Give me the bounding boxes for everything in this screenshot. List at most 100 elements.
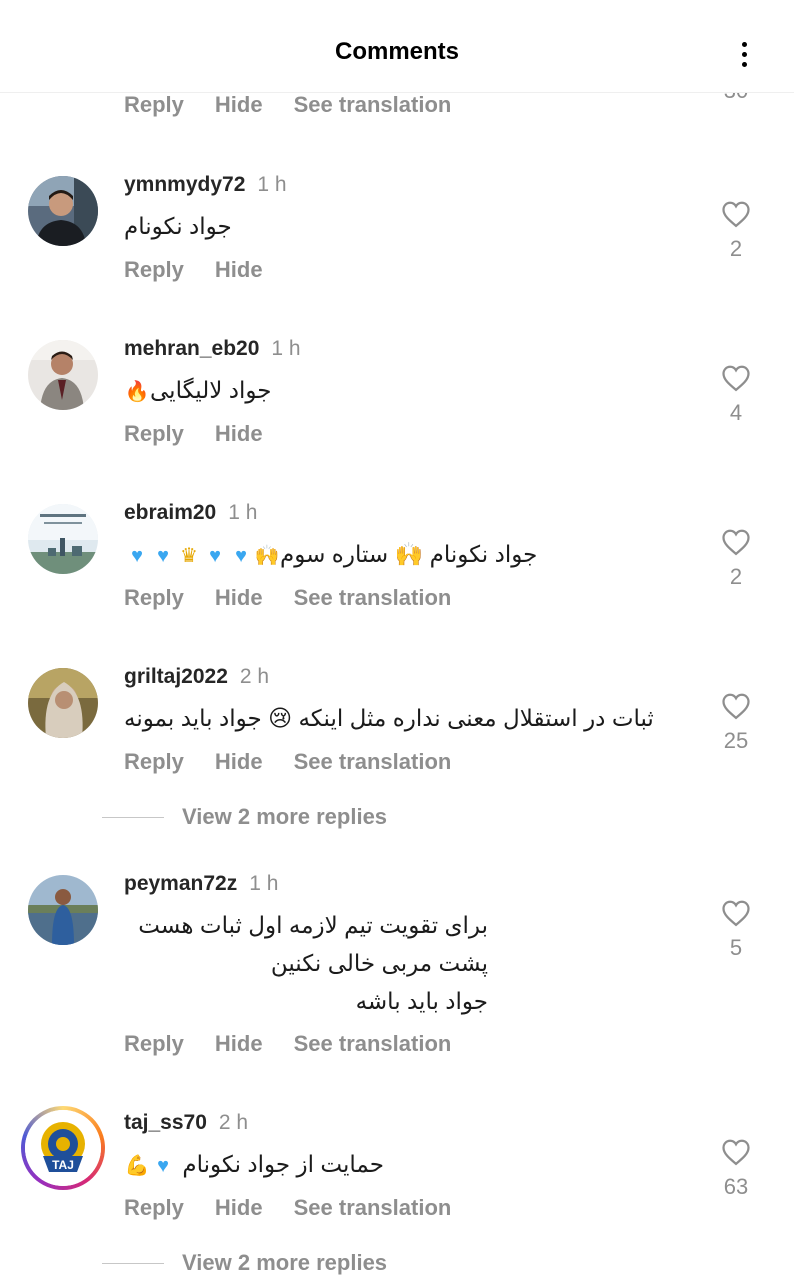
comment-actions: Reply Hide [124,421,263,447]
comment-line: جواد نکونام 🙌 ستاره سوم🙌 ♥ ♥ ♛ ♥ ♥ [124,535,537,573]
blue-heart-emoji: ♥ [235,544,247,567]
page-title: Comments [334,38,460,65]
like-count: 63 [723,1174,749,1199]
like-control: 4 [718,364,754,426]
reply-button[interactable]: Reply [124,92,184,118]
like-control: 2 [718,200,754,262]
taj-logo-text: TAJ [52,1158,74,1172]
comment-actions: Reply Hide See translation [124,1031,451,1057]
flexed-biceps-emoji: 💪 [124,1154,150,1177]
view-replies-label: View 2 more replies [182,1250,388,1275]
reply-button[interactable]: Reply [124,1031,184,1057]
heart-icon[interactable] [718,200,754,228]
like-count: 25 [723,728,749,753]
heart-icon[interactable] [718,692,754,720]
hide-button[interactable]: Hide [215,1031,263,1057]
hide-button[interactable]: Hide [215,421,263,447]
comment-actions: Reply Hide See translation [124,1195,451,1221]
raised-hands-emoji: 🙌 [254,544,280,567]
hide-button[interactable]: Hide [215,257,263,283]
hide-button[interactable]: Hide [215,1195,263,1221]
comment-line: حمایت از جواد نکونام ♥ 💪 [124,1145,384,1183]
hide-button[interactable]: Hide [215,92,263,118]
timestamp: 2 h [218,1111,249,1134]
comment-text: جواد نکونام 🙌 ستاره سوم🙌 ♥ ♥ ♛ ♥ ♥ [124,535,537,573]
like-control: 2 [718,528,754,590]
reply-button[interactable]: Reply [124,421,184,447]
blue-heart-emoji: ♥ [157,1154,169,1177]
username[interactable]: peyman72z [124,872,237,895]
comment-actions: Reply Hide [124,257,263,283]
comment-line-text: حمایت از جواد نکونام [182,1151,384,1177]
heart-icon[interactable] [718,364,754,392]
reply-button[interactable]: Reply [124,585,184,611]
timestamp: 1 h [249,872,279,895]
comment-header: ymnmydy72 1 h [124,173,287,197]
timestamp: 2 h [239,665,270,688]
comment-header: griltaj2022 2 h [124,665,269,689]
see-translation-button[interactable]: See translation [294,749,452,775]
comment-text: جواد نکونام [124,207,232,245]
comment-header: mehran_eb20 1 h [124,337,301,361]
comment-header: peyman72z 1 h [124,872,278,896]
heart-icon[interactable] [718,899,754,927]
like-control: 5 [718,899,754,961]
comment-line-text: جواد لالیگایی [150,377,272,403]
like-control: 25 [718,692,754,754]
comment-actions: Reply Hide See translation [124,749,451,775]
reply-button[interactable]: Reply [124,1195,184,1221]
comment-line: جواد باید باشه [355,988,488,1014]
woman-scarf-avatar[interactable] [28,668,98,738]
blue-heart-emoji: ♥ [157,544,169,567]
tower-sky-avatar[interactable] [28,504,98,574]
username[interactable]: mehran_eb20 [124,337,259,360]
timestamp: 1 h [228,501,258,524]
comments-header: Comments [0,0,794,93]
comment-header: ebraim20 1 h [124,501,257,525]
like-control: 63 [718,1138,754,1200]
see-translation-button[interactable]: See translation [294,92,452,118]
hide-button[interactable]: Hide [215,585,263,611]
comment-text: حمایت از جواد نکونام ♥ 💪 [124,1145,384,1183]
comment-header: taj_ss70 2 h [124,1111,248,1135]
man-portrait-avatar[interactable] [28,176,98,246]
blue-heart-emoji: ♥ [131,544,143,567]
replies-divider [102,816,164,818]
fire-emoji: 🔥 [124,380,150,403]
comment-text: برای تقویت تیم لازمه اول ثبات هست پشت مر… [124,906,488,1020]
username[interactable]: ebraim20 [124,501,216,524]
see-translation-button[interactable]: See translation [294,1195,452,1221]
comment-line: برای تقویت تیم لازمه اول ثبات هست [138,912,488,938]
view-more-replies-button[interactable]: View 2 more replies [102,1250,387,1276]
username[interactable]: griltaj2022 [124,665,228,688]
reply-button[interactable]: Reply [124,257,184,283]
username[interactable]: taj_ss70 [124,1111,207,1134]
blue-heart-emoji: ♥ [209,544,221,567]
like-count: 2 [729,236,743,261]
heart-icon[interactable] [718,1138,754,1166]
man-suit-avatar[interactable] [28,340,98,410]
comment-actions: Reply Hide See translation [124,585,451,611]
timestamp: 1 h [271,337,301,360]
reply-button[interactable]: Reply [124,749,184,775]
heart-icon[interactable] [718,528,754,556]
view-replies-label: View 2 more replies [182,804,388,829]
timestamp: 1 h [257,173,287,196]
like-count: 2 [729,564,743,589]
previous-comment-actions: Reply Hide See translation [124,92,451,118]
view-more-replies-button[interactable]: View 2 more replies [102,804,387,830]
see-translation-button[interactable]: See translation [294,1031,452,1057]
comment-text: ثبات در استقلال معنی نداره مثل اینکه 😢 ج… [124,699,654,737]
like-count: 5 [729,935,743,960]
more-options-icon[interactable] [724,34,764,74]
comment-line: پشت مربی خالی نکنین [270,950,488,976]
like-count: 4 [729,400,743,425]
comment-text: جواد لالیگایی🔥 [124,371,272,409]
taj-logo-avatar[interactable]: TAJ [21,1106,105,1190]
hide-button[interactable]: Hide [215,749,263,775]
comment-line-text: جواد نکونام 🙌 ستاره سوم [280,541,538,567]
username[interactable]: ymnmydy72 [124,173,245,196]
see-translation-button[interactable]: See translation [294,585,452,611]
comment-line: ثبات در استقلال معنی نداره مثل اینکه 😢 ج… [124,705,654,731]
man-lake-avatar[interactable] [28,875,98,945]
